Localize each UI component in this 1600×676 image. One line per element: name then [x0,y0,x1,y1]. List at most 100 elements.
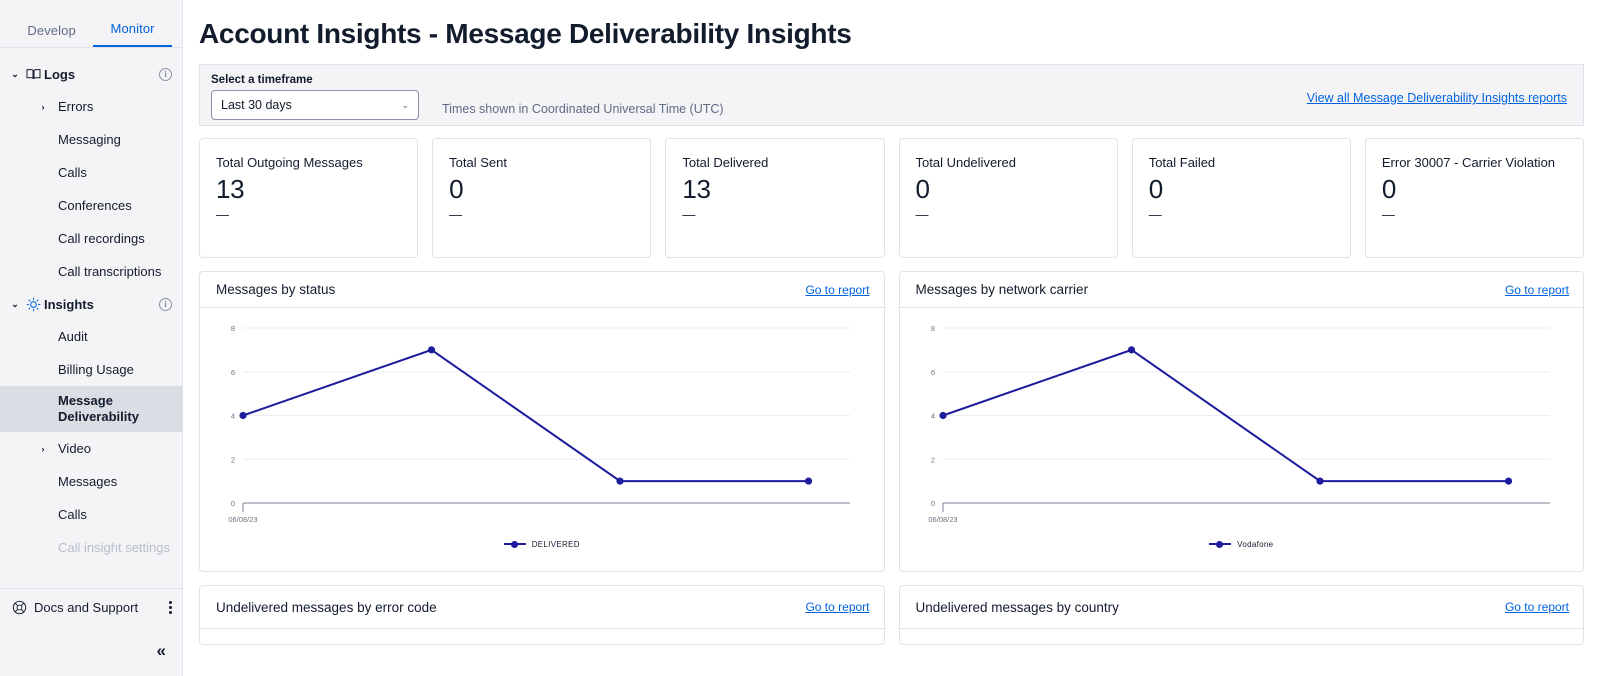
tab-develop[interactable]: Develop [10,23,93,47]
kpi-label: Total Failed [1148,155,1216,170]
chevron-down-icon: ⌄ [401,99,409,110]
svg-text:2: 2 [231,455,235,464]
svg-text:2: 2 [930,455,934,464]
docs-and-support-bar[interactable]: Docs and Support [0,588,182,626]
chevron-right-icon[interactable]: › [36,102,50,112]
sidebar-item-audit[interactable]: Audit [0,320,182,353]
kpi-sub: — [915,207,929,222]
sidebar-item-calls-insights[interactable]: Calls [0,498,182,531]
sidebar-item-calls-logs[interactable]: Calls [0,156,182,189]
legend-marker-icon [1209,539,1232,549]
page-title: Account Insights - Message Deliverabilit… [199,18,852,49]
chart-legend: Vodafone [900,539,1584,549]
sidebar-tabs: Develop Monitor [0,0,182,48]
kpi-card-error-30007-carrier-violation: Error 30007 - Carrier Violation 0 — [1364,138,1585,258]
nav-group-insights[interactable]: ⌄ Insights i [0,288,182,320]
nav-group-logs[interactable]: ⌄ Logs i [0,58,182,90]
tab-develop-label: Develop [27,23,76,38]
utc-note: Times shown in Coordinated Universal Tim… [442,102,724,116]
tab-monitor[interactable]: Monitor [93,21,172,47]
svg-text:6: 6 [231,368,235,377]
chevron-down-icon[interactable]: ⌄ [8,299,22,310]
bottom-cards-row: Undelivered messages by error code Go to… [199,585,1584,645]
sidebar-item-errors-label: Errors [58,99,94,114]
go-to-report-link[interactable]: Go to report [1505,600,1569,614]
card-title: Undelivered messages by error code [216,599,437,615]
timeframe-select-value: Last 30 days [221,98,292,112]
kpi-sub: — [1381,207,1395,222]
kpi-card-total-sent: Total Sent 0 — [432,138,652,258]
sidebar-item-call-transcriptions-label: Call transcriptions [58,264,162,279]
svg-text:8: 8 [930,324,934,333]
timeframe-select[interactable]: Last 30 days ⌄ [211,90,419,120]
kpi-card-total-delivered: Total Delivered 13 — [665,138,885,258]
line-chart-svg: 0 2 4 6 8 06/08/23 [928,324,1550,524]
kpi-card-total-undelivered: Total Undelivered 0 — [898,138,1118,258]
more-options-icon[interactable] [169,601,172,614]
lifebuoy-icon [8,600,30,615]
sidebar-item-message-deliverability[interactable]: Message Deliverability [0,386,182,432]
chart-messages-by-network-carrier: 0 2 4 6 8 06/08/23 Vodafone [900,308,1584,571]
go-to-report-link[interactable]: Go to report [805,283,869,297]
sidebar-item-calls-logs-label: Calls [58,165,87,180]
svg-text:4: 4 [930,412,934,421]
lightbulb-icon [22,297,44,312]
kpi-value: 13 [216,174,245,204]
sidebar-item-audit-label: Audit [58,329,88,344]
sidebar-item-calls-insights-label: Calls [58,507,87,522]
info-icon-insights[interactable]: i [159,297,172,311]
kpi-value: 13 [682,174,711,204]
tab-monitor-label: Monitor [110,21,155,36]
app-root: Develop Monitor ⌄ Logs i › Errors Messag… [0,0,1600,676]
card-undelivered-by-error-code: Undelivered messages by error code Go to… [199,585,885,645]
kpi-label: Total Delivered [682,155,769,170]
sidebar-item-call-insight-settings[interactable]: Call insight settings [0,531,182,564]
kpi-label: Error 30007 - Carrier Violation [1381,155,1556,170]
card-title: Messages by status [216,282,336,297]
view-all-reports-link[interactable]: View all Message Deliverability Insights… [1307,91,1567,105]
svg-text:0: 0 [930,499,934,508]
timeframe-label: Select a timeframe [211,74,313,86]
svg-text:06/08/23: 06/08/23 [928,515,957,524]
sidebar-item-messaging[interactable]: Messaging [0,123,182,156]
kpi-label: Total Undelivered [915,155,1016,170]
legend-label[interactable]: Vodafone [1237,540,1273,549]
sidebar-item-conferences[interactable]: Conferences [0,189,182,222]
sidebar-item-video-label: Video [58,441,92,456]
sidebar-item-video[interactable]: › Video [0,432,182,465]
sidebar-item-conferences-label: Conferences [58,198,132,213]
kpi-sub: — [449,207,463,222]
nav-group-insights-label: Insights [44,296,94,312]
sidebar-item-errors[interactable]: › Errors [0,90,182,123]
chevron-down-icon[interactable]: ⌄ [8,69,22,80]
sidebar-item-messaging-label: Messaging [58,132,121,147]
sidebar-item-call-recordings-label: Call recordings [58,231,145,246]
card-undelivered-by-country: Undelivered messages by country Go to re… [898,585,1584,645]
kpi-row: Total Outgoing Messages 13 — Total Sent … [199,138,1585,258]
kpi-sub: — [682,207,696,222]
chevron-right-icon[interactable]: › [36,444,50,454]
chart-messages-by-status: 0 2 4 6 8 06/08/23 DELIVERED [200,308,884,571]
filter-bar: Select a timeframe Last 30 days ⌄ Times … [199,64,1584,126]
sidebar-item-call-transcriptions[interactable]: Call transcriptions [0,255,182,288]
sidebar-item-call-recordings[interactable]: Call recordings [0,222,182,255]
svg-text:8: 8 [231,324,235,333]
sidebar-item-messages[interactable]: Messages [0,465,182,498]
go-to-report-link[interactable]: Go to report [1505,283,1569,297]
card-messages-by-network-carrier: Messages by network carrier Go to report… [898,271,1584,572]
kpi-value: 0 [1148,174,1163,204]
info-icon-logs[interactable]: i [159,67,172,81]
sidebar-nav: ⌄ Logs i › Errors Messaging Calls Confer… [0,48,182,564]
kpi-value: 0 [915,174,930,204]
kpi-label: Total Sent [449,155,507,170]
sidebar-item-billing-usage[interactable]: Billing Usage [0,353,182,386]
sidebar-collapse-row: « [0,626,182,676]
go-to-report-link[interactable]: Go to report [805,600,869,614]
docs-and-support-label: Docs and Support [34,600,139,615]
book-icon [22,68,44,81]
legend-label[interactable]: DELIVERED [532,540,580,549]
collapse-sidebar-icon[interactable]: « [157,641,166,661]
nav-group-logs-label: Logs [44,66,76,82]
timeframe-group: Select a timeframe Last 30 days ⌄ [211,74,419,120]
kpi-card-total-failed: Total Failed 0 — [1131,138,1351,258]
